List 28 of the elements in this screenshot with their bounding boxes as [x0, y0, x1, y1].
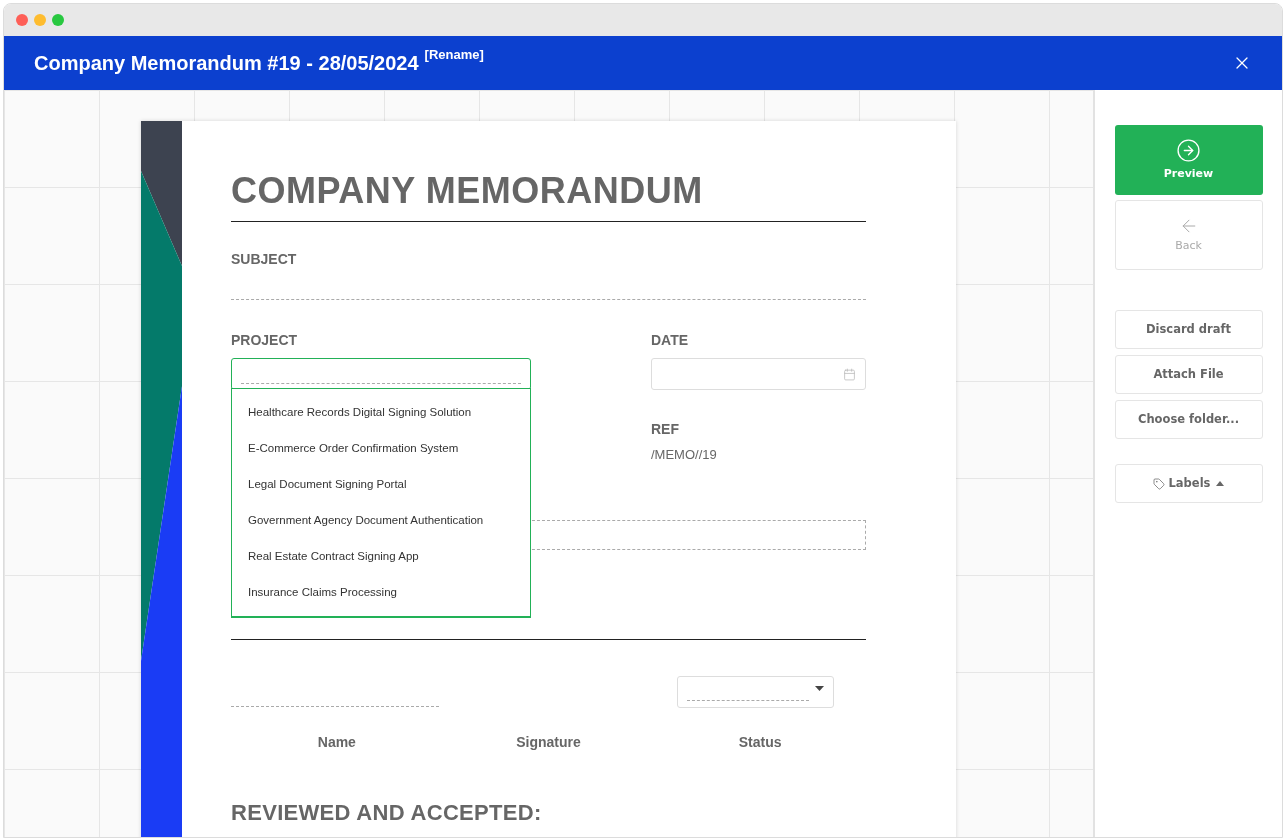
- ref-label: REF: [651, 420, 680, 439]
- column-label: Signature: [516, 732, 581, 752]
- dropdown-option[interactable]: E-Commerce Order Confirmation System: [232, 431, 530, 467]
- dropdown-option[interactable]: Insurance Claims Processing: [232, 575, 530, 611]
- calendar-icon[interactable]: [843, 367, 856, 381]
- arrow-right-circle-icon: [1176, 137, 1201, 163]
- sidebar-action-button[interactable]: Choose folder...: [1114, 400, 1263, 439]
- labels-button[interactable]: Labels: [1114, 464, 1263, 503]
- dropdown-option[interactable]: Healthcare Records Digital Signing Solution: [232, 395, 530, 431]
- ref-value: /MEMO//19: [651, 446, 718, 464]
- document-title: COMPANY MEMORANDUM: [231, 171, 704, 211]
- dropdown-option[interactable]: Government Agency Document Authentication: [232, 503, 530, 539]
- tag-icon: [1152, 477, 1165, 490]
- column-label: Status: [738, 732, 782, 752]
- caret-down-icon: [815, 685, 824, 691]
- status-select[interactable]: [677, 675, 834, 708]
- dropdown-option[interactable]: Real Estate Contract Signing App: [232, 539, 530, 575]
- sidebar-action-button[interactable]: Attach File: [1114, 355, 1263, 394]
- sidebar-action-button[interactable]: Discard draft: [1114, 310, 1263, 349]
- date-field[interactable]: [651, 358, 866, 390]
- window-title: Company Memorandum #19 - 28/05/2024: [34, 51, 419, 76]
- rename-link[interactable]: [Rename]: [424, 45, 484, 65]
- column-label: Name: [317, 732, 356, 752]
- project-label: PROJECT: [231, 331, 299, 350]
- subject-label: SUBJECT: [231, 250, 298, 269]
- reviewed-heading: REVIEWED AND ACCEPTED:: [231, 798, 543, 827]
- date-label: DATE: [651, 331, 690, 350]
- dropdown-option[interactable]: Legal Document Signing Portal: [232, 467, 530, 503]
